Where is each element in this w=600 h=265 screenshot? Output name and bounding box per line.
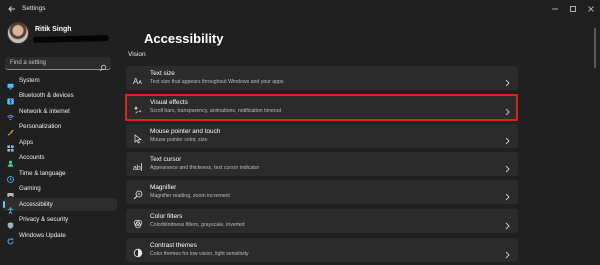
- wifi-icon: [7, 108, 14, 121]
- sidebar-item-bluetooth[interactable]: Bluetooth & devices: [3, 89, 117, 105]
- svg-text:A: A: [139, 80, 143, 86]
- setting-card-text-cursor[interactable]: ab Text cursor Appearance and thickness,…: [126, 152, 518, 176]
- pointer-icon: [133, 131, 143, 144]
- sidebar-item-label: Windows Update: [19, 232, 66, 239]
- person-icon: [7, 154, 14, 167]
- maximize-icon[interactable]: [566, 3, 580, 15]
- sidebar-item-time-language[interactable]: Time & language: [3, 167, 117, 183]
- sidebar-item-network[interactable]: Network & internet: [3, 105, 117, 121]
- sidebar-item-accessibility[interactable]: Accessibility: [3, 198, 117, 215]
- search-input[interactable]: Find a setting: [5, 57, 111, 72]
- sidebar-item-windows-update[interactable]: Windows Update: [3, 229, 117, 245]
- sidebar-item-label: Time & language: [19, 170, 66, 177]
- sidebar-item-label: Network & internet: [19, 108, 70, 115]
- apps-icon: [7, 139, 14, 152]
- sidebar-item-personalization[interactable]: Personalization: [3, 120, 117, 136]
- gamepad-icon: [7, 185, 14, 198]
- chevron-right-icon: [504, 188, 510, 201]
- setting-card-subtitle: Colorblindness filters, grayscale, inver…: [150, 222, 245, 228]
- sidebar-item-apps[interactable]: Apps: [3, 136, 117, 152]
- setting-card-title: Mouse pointer and touch: [150, 128, 221, 135]
- sidebar-item-label: Bluetooth & devices: [19, 92, 74, 99]
- sidebar-item-label: System: [19, 77, 40, 84]
- sidebar-item-label: Accessibility: [19, 201, 53, 208]
- window-title: Settings: [22, 5, 46, 12]
- sidebar-item-label: Accounts: [19, 154, 45, 161]
- accessibility-icon: [7, 201, 14, 215]
- chevron-right-icon: [504, 160, 510, 173]
- setting-card-contrast-themes[interactable]: Contrast themes Color themes for low vis…: [126, 238, 518, 262]
- bluetooth-icon: [7, 92, 14, 105]
- setting-card-mouse-pointer[interactable]: Mouse pointer and touch Mouse pointer co…: [126, 124, 518, 148]
- setting-card-subtitle: Mouse pointer color, size: [150, 137, 208, 143]
- setting-card-subtitle: Color themes for low vision, light sensi…: [150, 251, 249, 257]
- sidebar-item-label: Privacy & security: [19, 216, 69, 223]
- selection-indicator: [3, 201, 5, 208]
- chevron-right-icon: [504, 246, 510, 259]
- setting-card-title: Magnifier: [150, 184, 177, 191]
- color-filter-icon: [133, 216, 143, 229]
- text-cursor-icon: ab: [133, 159, 143, 172]
- setting-card-color-filters[interactable]: Color filters Colorblindness filters, gr…: [126, 209, 518, 233]
- shield-icon: [7, 216, 14, 229]
- sidebar-item-privacy-security[interactable]: Privacy & security: [3, 213, 117, 229]
- monitor-icon: [7, 77, 14, 90]
- setting-card-title: Color filters: [150, 213, 183, 220]
- chevron-right-icon: [504, 74, 510, 87]
- contrast-icon: [133, 245, 143, 258]
- sidebar-item-accounts[interactable]: Accounts: [3, 151, 117, 167]
- sidebar-item-label: Personalization: [19, 123, 62, 130]
- update-icon: [7, 232, 14, 245]
- setting-card-magnifier[interactable]: Magnifier Magnifier reading, zoom increm…: [126, 180, 518, 204]
- setting-card-subtitle: Magnifier reading, zoom increment: [150, 193, 230, 199]
- setting-card-title: Text size: [150, 70, 175, 77]
- sidebar-item-label: Gaming: [19, 185, 41, 192]
- minimize-icon[interactable]: [548, 3, 562, 15]
- scrollbar[interactable]: [594, 28, 596, 68]
- search-placeholder: Find a setting: [10, 60, 47, 66]
- sidebar-item-system[interactable]: System: [3, 74, 117, 90]
- chevron-right-icon: [504, 132, 510, 145]
- highlight-box: [125, 94, 518, 121]
- brush-icon: [7, 123, 14, 136]
- user-name: Ritik Singh: [35, 26, 72, 33]
- redacted-email: [32, 35, 110, 43]
- magnifier-icon: [133, 187, 143, 200]
- sidebar-item-label: Apps: [19, 139, 34, 146]
- title-bar: Settings: [0, 0, 600, 20]
- clock-globe-icon: [7, 170, 14, 183]
- close-icon[interactable]: [584, 3, 598, 15]
- chevron-right-icon: [504, 217, 510, 230]
- back-arrow-icon[interactable]: [6, 4, 18, 16]
- setting-card-title: Text cursor: [150, 156, 182, 163]
- text-size-icon: AA: [133, 73, 143, 86]
- setting-card-subtitle: Appearance and thickness, text cursor in…: [150, 165, 260, 171]
- sidebar-item-gaming[interactable]: Gaming: [3, 182, 117, 198]
- setting-card-subtitle: Text size that appears throughout Window…: [150, 79, 284, 85]
- page-title: Accessibility: [144, 31, 224, 46]
- search-icon[interactable]: [99, 59, 107, 72]
- avatar[interactable]: [7, 22, 29, 44]
- svg-text:ab: ab: [133, 165, 141, 172]
- setting-card-title: Contrast themes: [150, 242, 197, 249]
- setting-card-text-size[interactable]: AA Text size Text size that appears thro…: [126, 66, 518, 90]
- section-header: Vision: [128, 51, 146, 58]
